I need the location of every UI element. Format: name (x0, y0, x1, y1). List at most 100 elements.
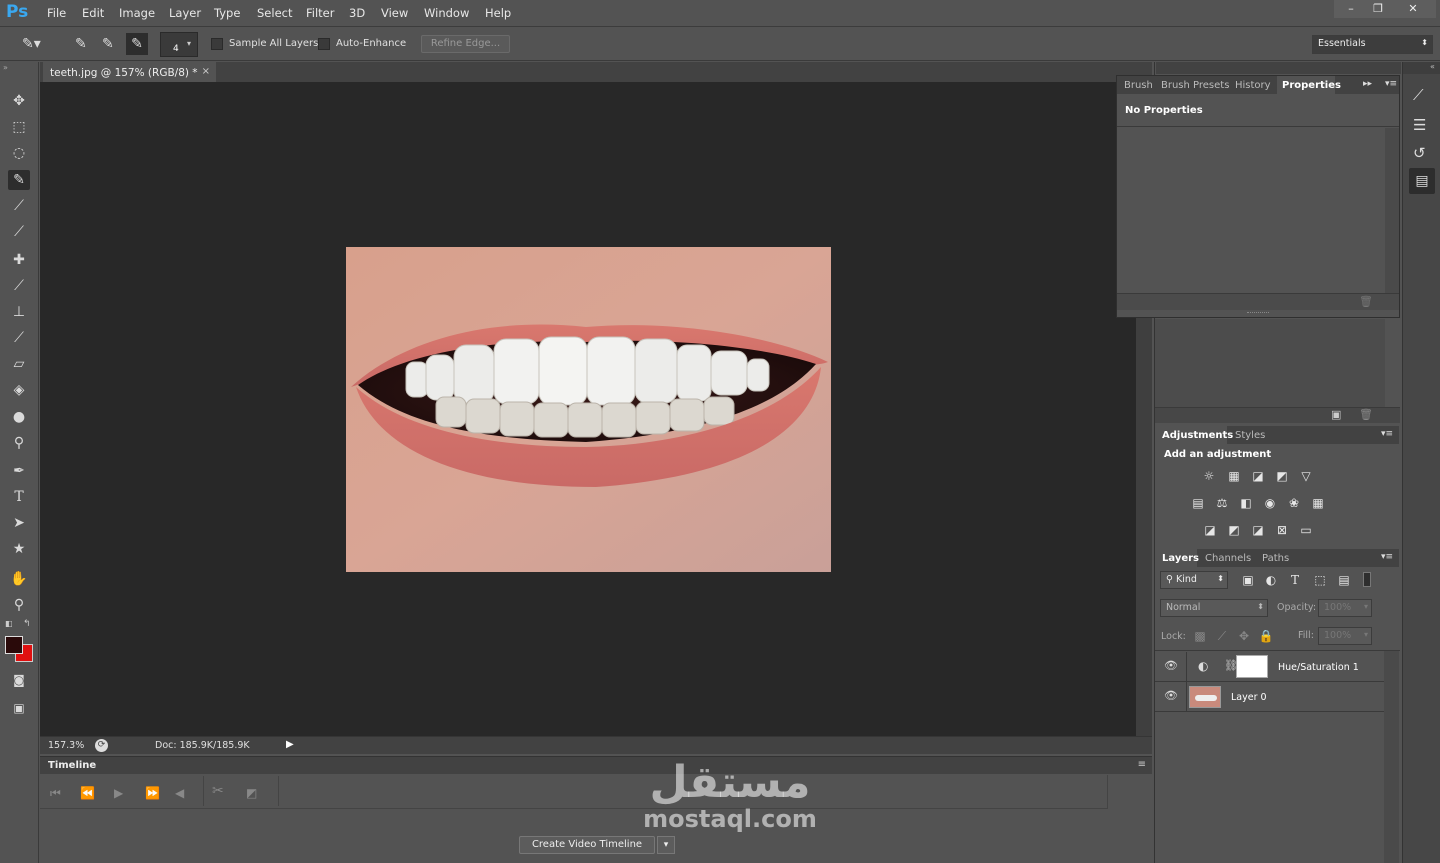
hand-tool-icon[interactable]: ✋ (8, 569, 30, 589)
properties-scrollbar[interactable] (1385, 128, 1399, 293)
layers-scrollbar[interactable] (1384, 651, 1399, 863)
visibility-eye-icon[interactable]: 👁 (1164, 689, 1178, 702)
teeth-photo[interactable] (346, 247, 831, 572)
close-tab-icon[interactable]: × (202, 66, 210, 77)
gradient-map-icon[interactable]: ▭ (1298, 523, 1314, 537)
auto-enhance-checkbox[interactable] (318, 38, 330, 50)
path-selection-tool-icon[interactable]: ➤ (8, 513, 30, 533)
first-frame-icon[interactable]: ⏮ (50, 786, 61, 801)
panel-menu-icon[interactable]: ▾≡ (1385, 79, 1397, 89)
layer-name[interactable]: Layer 0 (1231, 692, 1267, 703)
quick-mask-icon[interactable]: ◙ (8, 670, 30, 690)
tab-brush-presets[interactable]: Brush Presets (1161, 80, 1229, 91)
panel-menu-icon[interactable]: ▾≡ (1381, 552, 1393, 562)
menu-window[interactable]: Window (424, 6, 469, 20)
exposure-icon[interactable]: ◩ (1274, 469, 1290, 483)
menu-file[interactable]: File (47, 6, 66, 20)
refine-edge-button[interactable]: Refine Edge... (421, 35, 510, 53)
vibrance-icon[interactable]: ▽ (1298, 469, 1314, 483)
visibility-eye-icon[interactable]: 👁 (1164, 659, 1178, 672)
menu-layer[interactable]: Layer (169, 6, 201, 20)
clone-stamp-tool-icon[interactable]: ⊥ (8, 302, 30, 322)
filter-toggle[interactable] (1363, 572, 1371, 587)
opacity-input[interactable]: 100% ▾ (1318, 599, 1372, 617)
lock-position-icon[interactable]: ✥ (1236, 629, 1252, 643)
color-lookup-icon[interactable]: ▦ (1310, 496, 1326, 510)
channel-mixer-icon[interactable]: ❀ (1286, 496, 1302, 510)
panel-menu-icon[interactable]: ▾≡ (1381, 429, 1393, 439)
type-tool-icon[interactable]: T (8, 487, 30, 507)
workspace-select[interactable]: Essentials ⬍ (1312, 35, 1433, 54)
blur-tool-icon[interactable]: ● (8, 407, 30, 427)
transition-icon[interactable]: ◩ (246, 786, 257, 800)
lock-transparent-icon[interactable]: ▩ (1192, 629, 1208, 643)
menu-edit[interactable]: Edit (82, 6, 104, 20)
subtract-selection-icon[interactable]: ✎ (126, 33, 148, 55)
dodge-tool-icon[interactable]: ⚲ (8, 433, 30, 453)
fill-input[interactable]: 100% ▾ (1318, 627, 1372, 645)
brightness-icon[interactable]: ☼ (1201, 469, 1217, 483)
new-icon[interactable]: ▣ (1331, 408, 1341, 421)
hue-saturation-icon[interactable]: ▤ (1190, 496, 1206, 510)
next-frame-icon[interactable]: ⏩ (145, 786, 160, 800)
menu-image[interactable]: Image (119, 6, 155, 20)
tab-history[interactable]: History (1235, 80, 1271, 91)
menu-type[interactable]: Type (214, 6, 240, 20)
threshold-icon[interactable]: ◪ (1250, 523, 1266, 537)
menu-view[interactable]: View (381, 6, 408, 20)
curves-icon[interactable]: ◪ (1250, 469, 1266, 483)
levels-icon[interactable]: ▦ (1226, 469, 1242, 483)
expand-icon[interactable]: « (1430, 62, 1435, 71)
layer-row[interactable]: 👁 ◐ ⛓ Hue/Saturation 1 (1155, 652, 1384, 682)
status-menu-arrow-icon[interactable]: ▶ (286, 739, 294, 750)
quick-selection-tool-icon[interactable]: ✎ (8, 170, 30, 190)
zoom-level[interactable]: 157.3% (48, 740, 84, 751)
eyedropper-tool-icon[interactable]: ⟋ (8, 222, 30, 242)
smart-object-filter-icon[interactable]: ▤ (1336, 573, 1352, 587)
black-white-icon[interactable]: ◧ (1238, 496, 1254, 510)
menu-select[interactable]: Select (257, 6, 292, 20)
tab-layers[interactable]: Layers (1162, 553, 1199, 564)
screen-mode-icon[interactable]: ▣ (8, 698, 30, 718)
pixel-layer-filter-icon[interactable]: ▣ (1240, 573, 1256, 587)
panel-menu-icon[interactable]: ≡ (1138, 759, 1146, 770)
tab-properties[interactable]: Properties (1282, 80, 1341, 91)
lock-all-icon[interactable]: 🔒 (1258, 629, 1274, 643)
foreground-color-swatch[interactable] (5, 636, 23, 654)
crop-tool-icon[interactable]: ⟋ (8, 196, 30, 216)
move-tool-icon[interactable]: ✥ (8, 91, 30, 111)
layer-name[interactable]: Hue/Saturation 1 (1278, 662, 1359, 673)
tab-paths[interactable]: Paths (1262, 553, 1289, 564)
tab-styles[interactable]: Styles (1235, 430, 1265, 441)
tool-preset-icon[interactable]: ✎▾ (22, 36, 52, 53)
brush-tool-icon[interactable]: ⟋ (8, 276, 30, 296)
tab-adjustments[interactable]: Adjustments (1162, 430, 1233, 441)
filter-kind-select[interactable]: ⚲ Kind ⬍ (1160, 571, 1228, 589)
blend-mode-select[interactable]: Normal ⬍ (1160, 599, 1268, 617)
audio-icon[interactable]: ◀ (175, 786, 184, 800)
shape-tool-icon[interactable]: ★ (8, 539, 30, 559)
menu-help[interactable]: Help (485, 6, 511, 20)
color-balance-icon[interactable]: ⚖ (1214, 496, 1230, 510)
swap-colors-icon[interactable]: ↰ (23, 619, 31, 629)
collapse-icon[interactable]: » (3, 63, 8, 72)
sample-all-layers-checkbox[interactable] (211, 38, 223, 50)
pen-tool-icon[interactable]: ✒ (8, 461, 30, 481)
prev-frame-icon[interactable]: ⏪ (80, 786, 95, 800)
new-selection-icon[interactable]: ✎ (75, 36, 87, 52)
status-info-icon[interactable]: ⟳ (95, 739, 108, 752)
trash-icon[interactable]: 🗑 (1359, 408, 1373, 421)
lasso-tool-icon[interactable]: ◌ (8, 143, 30, 163)
brush-presets-icon[interactable]: ☰ (1413, 116, 1426, 134)
trash-icon[interactable]: 🗑 (1359, 295, 1373, 308)
default-colors-icon[interactable]: ◧ (5, 619, 13, 628)
type-layer-filter-icon[interactable]: T (1287, 573, 1303, 587)
healing-brush-tool-icon[interactable]: ✚ (8, 250, 30, 270)
add-selection-icon[interactable]: ✎ (102, 36, 114, 52)
posterize-icon[interactable]: ◩ (1226, 523, 1242, 537)
shape-layer-filter-icon[interactable]: ⬚ (1312, 573, 1328, 587)
close-button[interactable]: ✕ (1390, 0, 1436, 18)
play-icon[interactable]: ▶ (114, 786, 123, 800)
lock-pixels-icon[interactable]: ⟋ (1214, 629, 1230, 643)
history-panel-icon[interactable]: ↺ (1413, 144, 1426, 162)
